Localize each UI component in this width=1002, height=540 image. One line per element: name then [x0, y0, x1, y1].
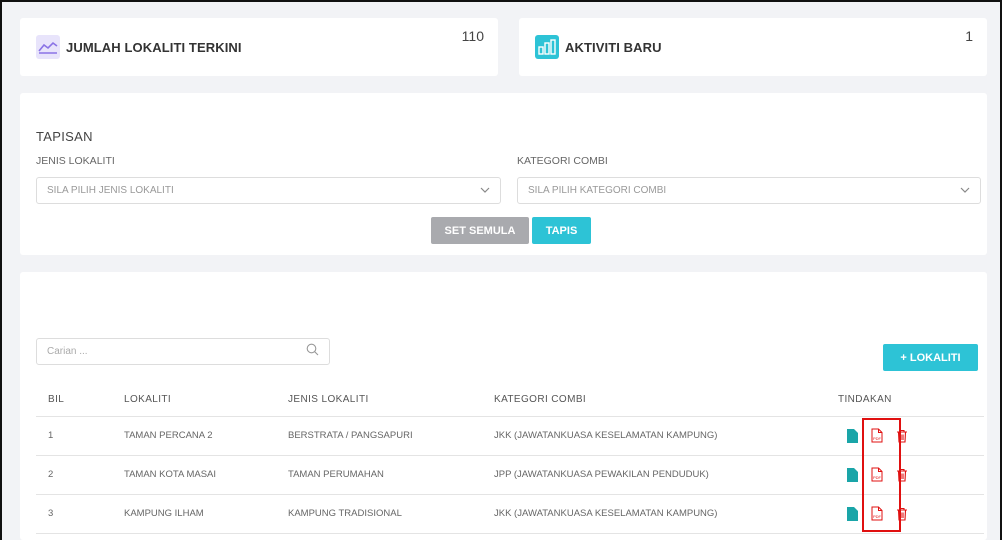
filter-title: TAPISAN [36, 129, 93, 144]
table-row: 1 TAMAN PERCANA 2 BERSTRATA / PANGSAPURI… [36, 416, 984, 456]
add-lokaliti-button[interactable]: + LOKALITI [883, 344, 978, 371]
header-kategori-combi: KATEGORI COMBI [494, 383, 838, 417]
header-bil: BIL [36, 383, 124, 417]
cell-bil: 2 [36, 455, 124, 495]
cell-jenis: BERSTRATA / PANGSAPURI [288, 416, 494, 456]
lokaliti-list-panel: Carian ... + LOKALITI BIL LOKALITI JENIS… [20, 272, 987, 540]
cell-bil: 3 [36, 494, 124, 534]
cell-jenis: TAMAN PERUMAHAN [288, 455, 494, 495]
file-icon[interactable] [845, 467, 859, 483]
filter-button[interactable]: TAPIS [532, 217, 591, 244]
filter-panel: TAPISAN JENIS LOKALITI SILA PILIH JENIS … [20, 93, 987, 255]
jenis-lokaliti-placeholder: SILA PILIH JENIS LOKALITI [47, 185, 174, 196]
cell-actions: PDF [838, 494, 984, 534]
kategori-combi-placeholder: SILA PILIH KATEGORI COMBI [528, 185, 667, 196]
stat-card-aktiviti: AKTIVITI BARU 1 [519, 18, 987, 76]
stat-value: 1 [965, 28, 973, 44]
file-icon[interactable] [845, 428, 859, 444]
search-icon[interactable] [306, 343, 319, 361]
search-placeholder: Carian ... [47, 346, 88, 357]
search-input[interactable]: Carian ... [36, 338, 330, 365]
header-jenis-lokaliti: JENIS LOKALITI [288, 383, 494, 417]
table-header-row: BIL LOKALITI JENIS LOKALITI KATEGORI COM… [36, 383, 984, 417]
stat-label: JUMLAH LOKALITI TERKINI [66, 39, 242, 55]
kategori-combi-select[interactable]: SILA PILIH KATEGORI COMBI [517, 177, 981, 204]
bar-chart-icon [535, 35, 559, 59]
reset-button[interactable]: SET SEMULA [431, 217, 529, 244]
stat-value: 110 [461, 28, 484, 44]
stat-label: AKTIVITI BARU [565, 39, 662, 55]
stat-card-lokaliti: JUMLAH LOKALITI TERKINI 110 [20, 18, 498, 76]
header-tindakan: TINDAKAN [838, 383, 984, 417]
cell-actions: PDF [838, 455, 984, 495]
cell-lokaliti: KAMPUNG ILHAM [124, 494, 288, 534]
lokaliti-table: BIL LOKALITI JENIS LOKALITI KATEGORI COM… [36, 383, 984, 534]
jenis-lokaliti-select[interactable]: SILA PILIH JENIS LOKALITI [36, 177, 501, 204]
chevron-down-icon [480, 185, 490, 196]
chevron-down-icon [960, 185, 970, 196]
cell-kategori: JKK (JAWATANKUASA KESELAMATAN KAMPUNG) [494, 416, 838, 456]
kategori-combi-label: KATEGORI COMBI [517, 155, 608, 167]
jenis-lokaliti-label: JENIS LOKALITI [36, 155, 115, 167]
table-row: 3 KAMPUNG ILHAM KAMPUNG TRADISIONAL JKK … [36, 494, 984, 534]
file-icon[interactable] [845, 506, 859, 522]
header-lokaliti: LOKALITI [124, 383, 288, 417]
cell-lokaliti: TAMAN KOTA MASAI [124, 455, 288, 495]
cell-bil: 1 [36, 416, 124, 456]
cell-kategori: JPP (JAWATANKUASA PEWAKILAN PENDUDUK) [494, 455, 838, 495]
cell-lokaliti: TAMAN PERCANA 2 [124, 416, 288, 456]
cell-jenis: KAMPUNG TRADISIONAL [288, 494, 494, 534]
cell-actions: PDF [838, 416, 984, 456]
pdf-column-highlight [862, 418, 901, 532]
table-row: 2 TAMAN KOTA MASAI TAMAN PERUMAHAN JPP (… [36, 455, 984, 495]
trend-line-icon [36, 35, 60, 59]
cell-kategori: JKK (JAWATANKUASA KESELAMATAN KAMPUNG) [494, 494, 838, 534]
